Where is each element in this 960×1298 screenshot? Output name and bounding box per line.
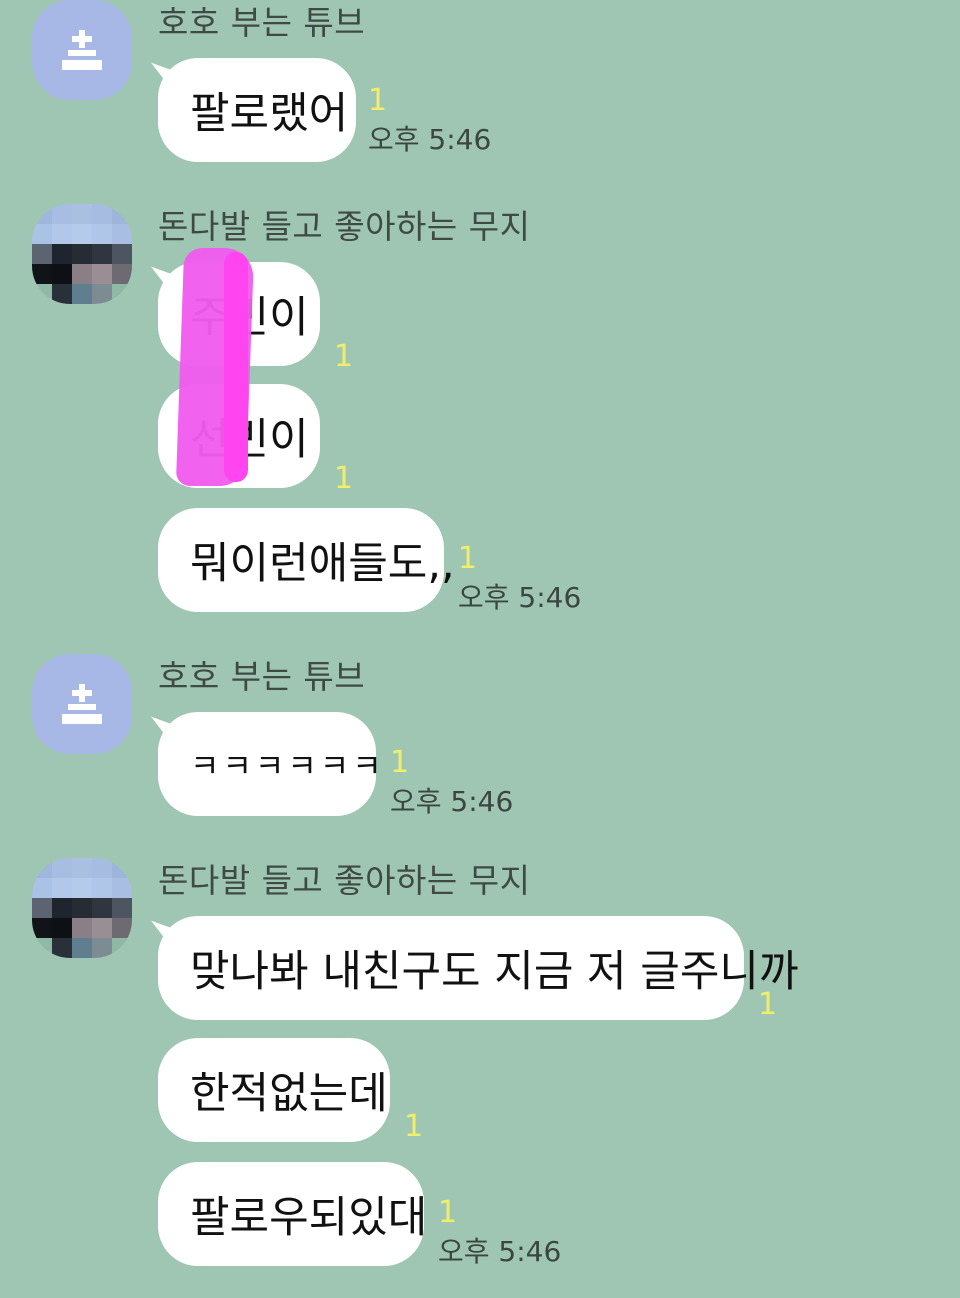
message-meta: 1 [334, 462, 353, 496]
message-bubble[interactable]: 팔로우되있대 [158, 1162, 428, 1266]
unread-count: 1 [438, 1195, 458, 1230]
message-row: 한적없는데 1 [158, 1038, 438, 1144]
sender-name: 호호 부는 튜브 [158, 657, 366, 696]
message-text: 팔로우되있대 [190, 1193, 428, 1243]
message-text: ㅋㅋㅋㅋㅋㅋ [190, 747, 385, 785]
unread-count: 1 [458, 541, 478, 576]
bubble-tail [146, 62, 172, 84]
message-time: 오후 5:46 [368, 123, 492, 156]
message-time: 오후 5:46 [390, 785, 514, 818]
message-text: 뭐이런애들도,, [190, 539, 455, 589]
default-profile-person-icon [62, 30, 102, 70]
profile-avatar-tube[interactable] [32, 654, 132, 754]
sender-name: 호호 부는 튜브 [158, 3, 366, 42]
unread-count: 1 [404, 1109, 424, 1144]
message-bubble[interactable]: 맞나봐 내친구도 지금 저 글주니까 [146, 916, 799, 1020]
unread-count: 1 [334, 461, 354, 496]
bubble-tail [146, 716, 172, 738]
message-row: ㅋㅋㅋㅋㅋㅋ 1 오후 5:46 [146, 712, 518, 818]
message-time: 오후 5:46 [438, 1235, 562, 1268]
profile-avatar-muzi[interactable] [32, 204, 132, 304]
message-meta: 1 오후 5:46 [368, 84, 491, 158]
sender-name: 돈다발 들고 좋아하는 무지 [158, 861, 531, 900]
message-meta: 1 오후 5:46 [438, 1196, 561, 1270]
message-text: 팔로랬어 [190, 89, 349, 139]
message-meta: 1 오후 5:46 [458, 542, 581, 616]
message-row: 뭐이런애들도,, 1 오후 5:46 [158, 508, 588, 614]
message-row: 팔로랬어 1 오후 5:46 [146, 58, 498, 162]
message-text: 맞나봐 내친구도 지금 저 글주니까 [190, 947, 799, 997]
message-bubble[interactable]: 뭐이런애들도,, [158, 508, 455, 612]
bubble-tail [146, 266, 172, 288]
message-time: 오후 5:46 [458, 581, 582, 614]
profile-avatar-muzi[interactable] [32, 858, 132, 958]
profile-avatar-tube[interactable] [32, 0, 132, 100]
censor-marker [224, 252, 248, 482]
message-bubble[interactable]: 한적없는데 [158, 1038, 390, 1142]
sender-name: 돈다발 들고 좋아하는 무지 [158, 207, 531, 246]
unread-count: 1 [334, 339, 354, 374]
message-bubble[interactable]: 팔로랬어 [146, 58, 356, 162]
default-profile-person-icon [62, 684, 102, 724]
unread-count: 1 [758, 987, 778, 1022]
message-row: 맞나봐 내친구도 지금 저 글주니까 1 [146, 916, 799, 1022]
message-meta: 1 오후 5:46 [390, 746, 513, 820]
message-meta: 1 [758, 988, 777, 1022]
unread-count: 1 [368, 83, 388, 118]
unread-count: 1 [390, 745, 410, 780]
message-meta: 1 [404, 1110, 423, 1144]
message-text: 한적없는데 [190, 1069, 388, 1119]
message-bubble[interactable]: ㅋㅋㅋㅋㅋㅋ [146, 712, 382, 816]
message-meta: 1 [334, 340, 353, 374]
bubble-tail [146, 920, 172, 942]
message-row: 팔로우되있대 1 오후 5:46 [158, 1162, 578, 1268]
